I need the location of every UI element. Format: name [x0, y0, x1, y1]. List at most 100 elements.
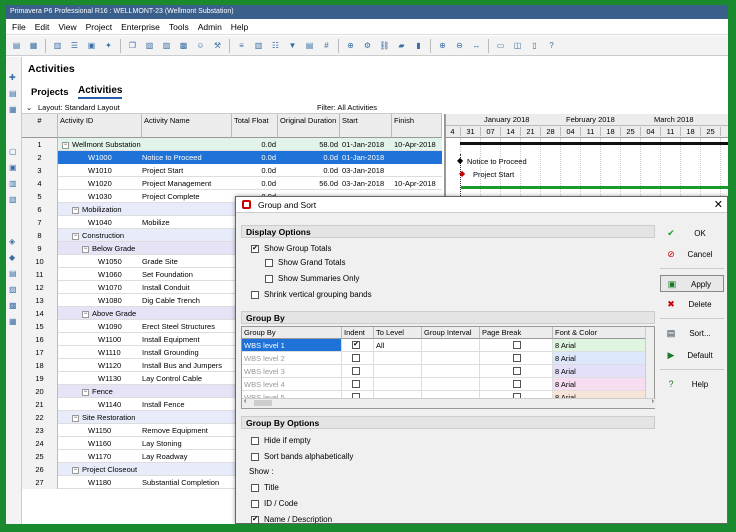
tools-icon[interactable]: ⚒ [211, 39, 224, 52]
group-by-cell[interactable]: WBS level 3 [242, 365, 342, 378]
preview-icon[interactable]: ▦ [27, 39, 40, 52]
font-color-cell[interactable]: 8 Arial [553, 352, 646, 365]
menu-help[interactable]: Help [231, 22, 248, 32]
group-by-row[interactable]: WBS level 3 8 Arial [242, 365, 646, 378]
sort-bands-checkbox[interactable] [251, 453, 259, 461]
level-icon[interactable]: ⚙ [361, 39, 374, 52]
split-icon[interactable]: ◫ [511, 39, 524, 52]
table-row[interactable]: 3 W1010 Project Start 0.0d 0.0d 03-Jan-2018 [22, 164, 442, 177]
baseline-icon[interactable]: ▰ [395, 39, 408, 52]
collapse-icon[interactable]: − [82, 310, 89, 318]
font-color-cell[interactable]: 8 Arial [553, 339, 646, 352]
menu-view[interactable]: View [58, 22, 76, 32]
table-row[interactable]: 4 W1020 Project Management 0.0d 56.0d 03-Jan-… [22, 177, 442, 190]
show-grand-totals-checkbox[interactable] [265, 259, 273, 267]
collapse-icon[interactable]: − [72, 414, 79, 422]
to-level-cell[interactable] [374, 352, 422, 365]
menu-file[interactable]: File [12, 22, 26, 32]
menu-tools[interactable]: Tools [169, 22, 189, 32]
indent-cell[interactable]: ✔ [342, 339, 374, 352]
indent-cell[interactable] [342, 352, 374, 365]
col-header-finish[interactable]: Finish [392, 114, 442, 138]
filter-icon[interactable]: ▼ [286, 39, 299, 52]
projects-icon[interactable]: ✚ [9, 73, 18, 82]
col-header-total-float[interactable]: Total Float [232, 114, 278, 138]
page-break-cell[interactable] [480, 365, 553, 378]
hide-if-empty-checkbox[interactable] [251, 437, 259, 445]
font-color-cell[interactable]: 8 Arial [553, 378, 646, 391]
group-by-cell[interactable]: WBS level 2 [242, 352, 342, 365]
page-break-checkbox[interactable] [513, 354, 521, 362]
col-header-activity-id[interactable]: Activity ID [58, 114, 142, 138]
group-by-row[interactable]: WBS level 1 ✔ All 8 Arial [242, 339, 646, 352]
wand-icon[interactable]: ✦ [102, 39, 115, 52]
chart-icon[interactable]: ▩ [177, 39, 190, 52]
group-interval-cell[interactable] [422, 378, 480, 391]
tab-activities[interactable]: Activities [78, 85, 123, 99]
to-level-cell[interactable] [374, 378, 422, 391]
bar-chart-icon[interactable]: ▥ [252, 39, 265, 52]
menu-project[interactable]: Project [86, 22, 112, 32]
page-break-checkbox[interactable] [513, 380, 521, 388]
hash-icon[interactable]: # [320, 39, 333, 52]
align-icon[interactable]: ≡ [235, 39, 248, 52]
col-header-activity-name[interactable]: Activity Name [142, 114, 232, 138]
layout-label[interactable]: Layout: Standard Layout [38, 102, 120, 114]
indent-cell[interactable] [342, 365, 374, 378]
documents-icon[interactable]: ▤ [9, 269, 18, 278]
link-icon[interactable]: ⛓ [378, 39, 391, 52]
group-interval-cell[interactable] [422, 339, 480, 352]
work-products-icon[interactable]: ▦ [9, 317, 18, 326]
default-button[interactable]: ▶ Default [660, 347, 724, 364]
group-interval-cell[interactable] [422, 352, 480, 365]
col-header-number[interactable]: # [22, 114, 58, 138]
tracking-icon[interactable]: ▢ [9, 147, 18, 156]
group-by-row[interactable]: WBS level 4 8 Arial [242, 378, 646, 391]
activities-icon[interactable]: ▤ [9, 89, 18, 98]
vertical-scrollbar[interactable] [645, 327, 654, 399]
copy-icon[interactable]: ❐ [126, 39, 139, 52]
page-break-checkbox[interactable] [513, 367, 521, 375]
wbs-icon[interactable]: ▦ [9, 105, 18, 114]
menu-edit[interactable]: Edit [35, 22, 50, 32]
details-icon[interactable]: ▯ [528, 39, 541, 52]
ok-button[interactable]: ✔ OK [660, 225, 724, 242]
table-row[interactable]: 1 − Wellmont Substation 0.0d 58.0d 01-Jan-201… [22, 138, 442, 151]
delete-button[interactable]: ✖ Delete [660, 296, 724, 313]
group-interval-cell[interactable] [422, 365, 480, 378]
scroll-right-icon[interactable]: › [652, 398, 654, 405]
title-checkbox[interactable] [251, 484, 259, 492]
thresholds-icon[interactable]: ▩ [9, 301, 18, 310]
font-color-cell[interactable]: 8 Arial [553, 365, 646, 378]
zoom-in-icon[interactable]: ⊕ [436, 39, 449, 52]
resources-icon[interactable]: ▣ [9, 163, 18, 172]
scroll-thumb[interactable] [254, 400, 272, 406]
cancel-button[interactable]: ⊘ Cancel [660, 246, 724, 263]
report-icon[interactable]: ▨ [160, 39, 173, 52]
to-level-cell[interactable] [374, 365, 422, 378]
calendar-icon[interactable]: ▥ [9, 179, 18, 188]
show-group-totals-checkbox[interactable]: ✔ [251, 245, 259, 253]
menu-admin[interactable]: Admin [198, 22, 222, 32]
columns-icon[interactable]: ▥ [51, 39, 64, 52]
zoom-out-icon[interactable]: ⊖ [453, 39, 466, 52]
table-row[interactable]: 2 W1000 Notice to Proceed 0.0d 0.0d 01-Jan-20… [22, 151, 442, 164]
horizontal-scrollbar[interactable]: ‹ › [242, 398, 656, 408]
help-button[interactable]: ? Help [660, 376, 724, 393]
menu-enterprise[interactable]: Enterprise [121, 22, 160, 32]
id-code-checkbox[interactable] [251, 500, 259, 508]
help-icon[interactable]: ? [545, 39, 558, 52]
collapse-icon[interactable]: − [72, 232, 79, 240]
indent-checkbox[interactable]: ✔ [352, 341, 360, 349]
indent-checkbox[interactable] [352, 367, 360, 375]
table-icon[interactable]: ▤ [303, 39, 316, 52]
group-by-cell[interactable]: WBS level 4 [242, 378, 342, 391]
col-header-original-duration[interactable]: Original Duration [278, 114, 340, 138]
layout-icon[interactable]: ▣ [85, 39, 98, 52]
people-icon[interactable]: ☺ [194, 39, 207, 52]
collapse-icon[interactable]: − [82, 245, 89, 253]
name-description-checkbox[interactable]: ✔ [251, 516, 259, 524]
page-break-cell[interactable] [480, 339, 553, 352]
timescale-icon[interactable]: ↔ [470, 39, 483, 52]
sort-button[interactable]: ▤ Sort... [660, 325, 724, 342]
